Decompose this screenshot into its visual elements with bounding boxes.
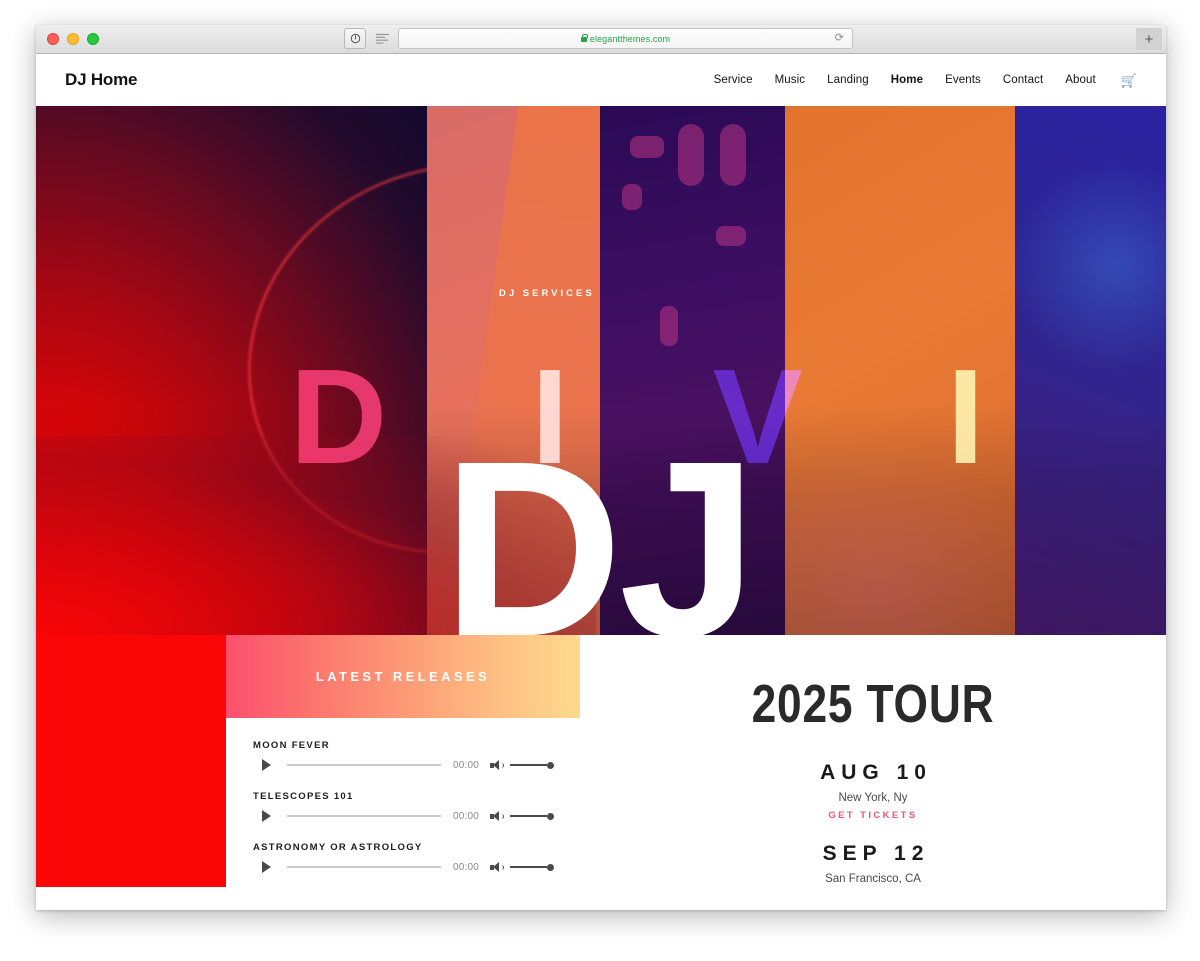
red-accent-block xyxy=(36,635,226,887)
hero-headline: DJ xyxy=(442,409,758,636)
tour-panel: 2025 TOUR AUG 10 New York, Ny GET TICKET… xyxy=(580,635,1166,887)
play-icon[interactable] xyxy=(262,810,271,822)
volume-slider[interactable] xyxy=(510,761,554,769)
nav-item-about[interactable]: About xyxy=(1065,74,1096,86)
lock-icon xyxy=(580,33,588,42)
latest-releases-header: LATEST RELEASES xyxy=(226,635,580,718)
minimize-window-button[interactable] xyxy=(67,33,79,45)
track-controls: 00:00 xyxy=(253,810,554,822)
maximize-window-button[interactable] xyxy=(87,33,99,45)
nav-item-service[interactable]: Service xyxy=(714,74,753,86)
tour-city: New York, Ny xyxy=(838,792,908,804)
tour-title: 2025 TOUR xyxy=(751,674,995,734)
latest-releases-panel: LATEST RELEASES MOON FEVER 00:00 TELESCO… xyxy=(226,635,580,887)
reload-icon[interactable]: ⟳ xyxy=(835,33,844,44)
browser-window: elegantthemes.com ⟳ + DJ Home Service Mu… xyxy=(36,25,1166,910)
track-title: TELESCOPES 101 xyxy=(253,791,354,802)
track-row: TELESCOPES 101 00:00 xyxy=(253,791,554,822)
track-row: MOON FEVER 00:00 xyxy=(253,740,554,771)
window-traffic-lights xyxy=(47,33,99,45)
play-icon[interactable] xyxy=(262,861,271,873)
address-bar[interactable]: elegantthemes.com ⟳ xyxy=(398,28,853,49)
url-text: elegantthemes.com xyxy=(589,33,671,44)
progress-slider[interactable] xyxy=(287,815,441,817)
browser-chrome-bar: elegantthemes.com ⟳ + xyxy=(36,25,1166,54)
track-time: 00:00 xyxy=(452,810,479,822)
volume-icon[interactable] xyxy=(490,810,504,822)
nav-item-events[interactable]: Events xyxy=(945,74,981,86)
hero-section: DJ SERVICES DIVI DJ xyxy=(36,106,1166,635)
close-window-button[interactable] xyxy=(47,33,59,45)
shopping-cart-icon[interactable]: 🛒 xyxy=(1121,74,1137,87)
tour-date: SEP 12 xyxy=(822,842,930,865)
site-header: DJ Home Service Music Landing Home Event… xyxy=(36,54,1166,106)
shield-icon[interactable] xyxy=(344,28,366,49)
volume-slider[interactable] xyxy=(510,812,554,820)
volume-icon[interactable] xyxy=(490,861,504,873)
track-controls: 00:00 xyxy=(253,759,554,771)
tour-date: AUG 10 xyxy=(820,761,932,784)
play-icon[interactable] xyxy=(262,759,271,771)
site-logo[interactable]: DJ Home xyxy=(65,70,137,90)
track-controls: 00:00 xyxy=(253,861,554,873)
track-list: MOON FEVER 00:00 TELESCOPES 101 00:00 AS… xyxy=(226,718,580,873)
volume-slider[interactable] xyxy=(510,863,554,871)
track-row: ASTRONOMY OR ASTROLOGY 00:00 xyxy=(253,842,554,873)
tour-city: San Francisco, CA xyxy=(825,873,921,885)
progress-slider[interactable] xyxy=(287,866,441,868)
latest-releases-title: LATEST RELEASES xyxy=(315,669,491,684)
url-text-group: elegantthemes.com xyxy=(580,33,671,44)
nav-item-contact[interactable]: Contact xyxy=(1003,74,1043,86)
nav-item-music[interactable]: Music xyxy=(775,74,806,86)
reader-icon[interactable] xyxy=(371,28,393,49)
progress-slider[interactable] xyxy=(287,764,441,766)
lower-section: LATEST RELEASES MOON FEVER 00:00 TELESCO… xyxy=(36,635,1166,887)
nav-item-landing[interactable]: Landing xyxy=(827,74,869,86)
get-tickets-link[interactable]: GET TICKETS xyxy=(828,810,917,821)
track-title: ASTRONOMY OR ASTROLOGY xyxy=(253,842,423,853)
track-time: 00:00 xyxy=(452,861,479,873)
new-tab-button[interactable]: + xyxy=(1136,28,1162,50)
nav-item-home[interactable]: Home xyxy=(891,74,923,86)
track-title: MOON FEVER xyxy=(253,740,330,751)
track-time: 00:00 xyxy=(452,759,479,771)
main-navigation: Service Music Landing Home Events Contac… xyxy=(714,74,1137,87)
volume-icon[interactable] xyxy=(490,759,504,771)
browser-toolbar: elegantthemes.com ⟳ xyxy=(344,28,853,49)
hero-eyebrow: DJ SERVICES xyxy=(499,288,595,299)
